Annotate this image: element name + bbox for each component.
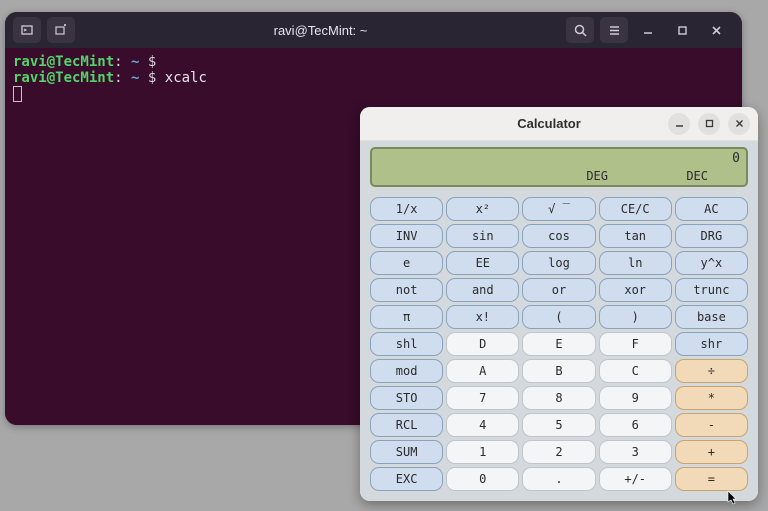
calc-key-[interactable]: + (675, 440, 748, 464)
calc-key-e[interactable]: E (522, 332, 595, 356)
calc-key-ee[interactable]: EE (446, 251, 519, 275)
terminal-title: ravi@TecMint: ~ (81, 23, 560, 38)
calc-key-8[interactable]: 8 (522, 386, 595, 410)
prompt-user: ravi@TecMint (13, 54, 114, 70)
calc-key-2[interactable]: 2 (522, 440, 595, 464)
calc-key-cos[interactable]: cos (522, 224, 595, 248)
calc-key-ln[interactable]: ln (599, 251, 672, 275)
close-icon (711, 25, 722, 36)
calc-key-sum[interactable]: SUM (370, 440, 443, 464)
calc-key-c[interactable]: C (599, 359, 672, 383)
calc-key-x[interactable]: x! (446, 305, 519, 329)
calc-key-[interactable]: +/- (599, 467, 672, 491)
prompt-symbol: $ (148, 54, 156, 70)
calc-key-sin[interactable]: sin (446, 224, 519, 248)
calc-key-sto[interactable]: STO (370, 386, 443, 410)
terminal-line: ravi@TecMint: ~ $ xcalc (13, 70, 734, 86)
search-button[interactable] (566, 17, 594, 43)
calc-minimize-button[interactable] (668, 113, 690, 135)
maximize-button[interactable] (668, 17, 696, 43)
calculator-title: Calculator (430, 116, 668, 131)
calc-key-drg[interactable]: DRG (675, 224, 748, 248)
calc-key-0[interactable]: 0 (446, 467, 519, 491)
calculator-window: Calculator 0 DEG DEC 1/xx²√ ‾CE/CACINVsi… (360, 107, 758, 501)
calculator-display: 0 DEG DEC (370, 147, 748, 187)
calc-close-button[interactable] (728, 113, 750, 135)
calc-key-[interactable]: √ ‾ (522, 197, 595, 221)
terminal-titlebar: ravi@TecMint: ~ (5, 12, 742, 48)
close-button[interactable] (702, 17, 730, 43)
display-value: 0 (732, 151, 740, 166)
calc-key-and[interactable]: and (446, 278, 519, 302)
minimize-button[interactable] (634, 17, 662, 43)
command-text: xcalc (165, 70, 207, 86)
display-base-mode: DEC (686, 169, 708, 183)
calc-key-inv[interactable]: INV (370, 224, 443, 248)
calc-key-3[interactable]: 3 (599, 440, 672, 464)
calculator-titlebar: Calculator (360, 107, 758, 141)
terminal-app-button[interactable] (13, 17, 41, 43)
calc-key-xor[interactable]: xor (599, 278, 672, 302)
display-angle-mode: DEG (586, 169, 608, 183)
minimize-icon (675, 119, 684, 128)
calc-key-d[interactable]: D (446, 332, 519, 356)
calc-key-[interactable]: - (675, 413, 748, 437)
calc-key-4[interactable]: 4 (446, 413, 519, 437)
calc-key-[interactable]: * (675, 386, 748, 410)
prompt-path: ~ (131, 54, 139, 70)
calc-key-f[interactable]: F (599, 332, 672, 356)
calc-key-e[interactable]: e (370, 251, 443, 275)
calculator-body: 0 DEG DEC 1/xx²√ ‾CE/CACINVsincostanDRGe… (360, 141, 758, 501)
calc-key-b[interactable]: B (522, 359, 595, 383)
calc-key-log[interactable]: log (522, 251, 595, 275)
calc-key-5[interactable]: 5 (522, 413, 595, 437)
terminal-line: ravi@TecMint: ~ $ (13, 54, 734, 70)
search-icon (574, 24, 587, 37)
calc-key-1[interactable]: 1 (446, 440, 519, 464)
calc-key-7[interactable]: 7 (446, 386, 519, 410)
calc-key-[interactable]: π (370, 305, 443, 329)
calc-key-tan[interactable]: tan (599, 224, 672, 248)
calc-key-rcl[interactable]: RCL (370, 413, 443, 437)
calc-key-shr[interactable]: shr (675, 332, 748, 356)
close-icon (735, 119, 744, 128)
menu-button[interactable] (600, 17, 628, 43)
calculator-keypad: 1/xx²√ ‾CE/CACINVsincostanDRGeEEloglny^x… (370, 197, 748, 493)
minimize-icon (642, 24, 654, 36)
hamburger-icon (608, 24, 621, 37)
calc-key-[interactable]: = (675, 467, 748, 491)
calc-key-yx[interactable]: y^x (675, 251, 748, 275)
calc-maximize-button[interactable] (698, 113, 720, 135)
calc-key-base[interactable]: base (675, 305, 748, 329)
maximize-icon (677, 25, 688, 36)
calc-key-1x[interactable]: 1/x (370, 197, 443, 221)
calc-key-9[interactable]: 9 (599, 386, 672, 410)
calc-key-ac[interactable]: AC (675, 197, 748, 221)
calc-key-exc[interactable]: EXC (370, 467, 443, 491)
calc-key-or[interactable]: or (522, 278, 595, 302)
calc-key-[interactable]: ÷ (675, 359, 748, 383)
calc-key-shl[interactable]: shl (370, 332, 443, 356)
new-tab-button[interactable] (47, 17, 75, 43)
calc-key-mod[interactable]: mod (370, 359, 443, 383)
maximize-icon (705, 119, 714, 128)
calc-key-not[interactable]: not (370, 278, 443, 302)
calc-key-trunc[interactable]: trunc (675, 278, 748, 302)
calc-key-6[interactable]: 6 (599, 413, 672, 437)
calc-key-a[interactable]: A (446, 359, 519, 383)
terminal-cursor (13, 86, 22, 102)
calc-key-x[interactable]: x² (446, 197, 519, 221)
calc-key-[interactable]: ) (599, 305, 672, 329)
calc-key-[interactable]: ( (522, 305, 595, 329)
calc-key-[interactable]: . (522, 467, 595, 491)
calc-key-cec[interactable]: CE/C (599, 197, 672, 221)
